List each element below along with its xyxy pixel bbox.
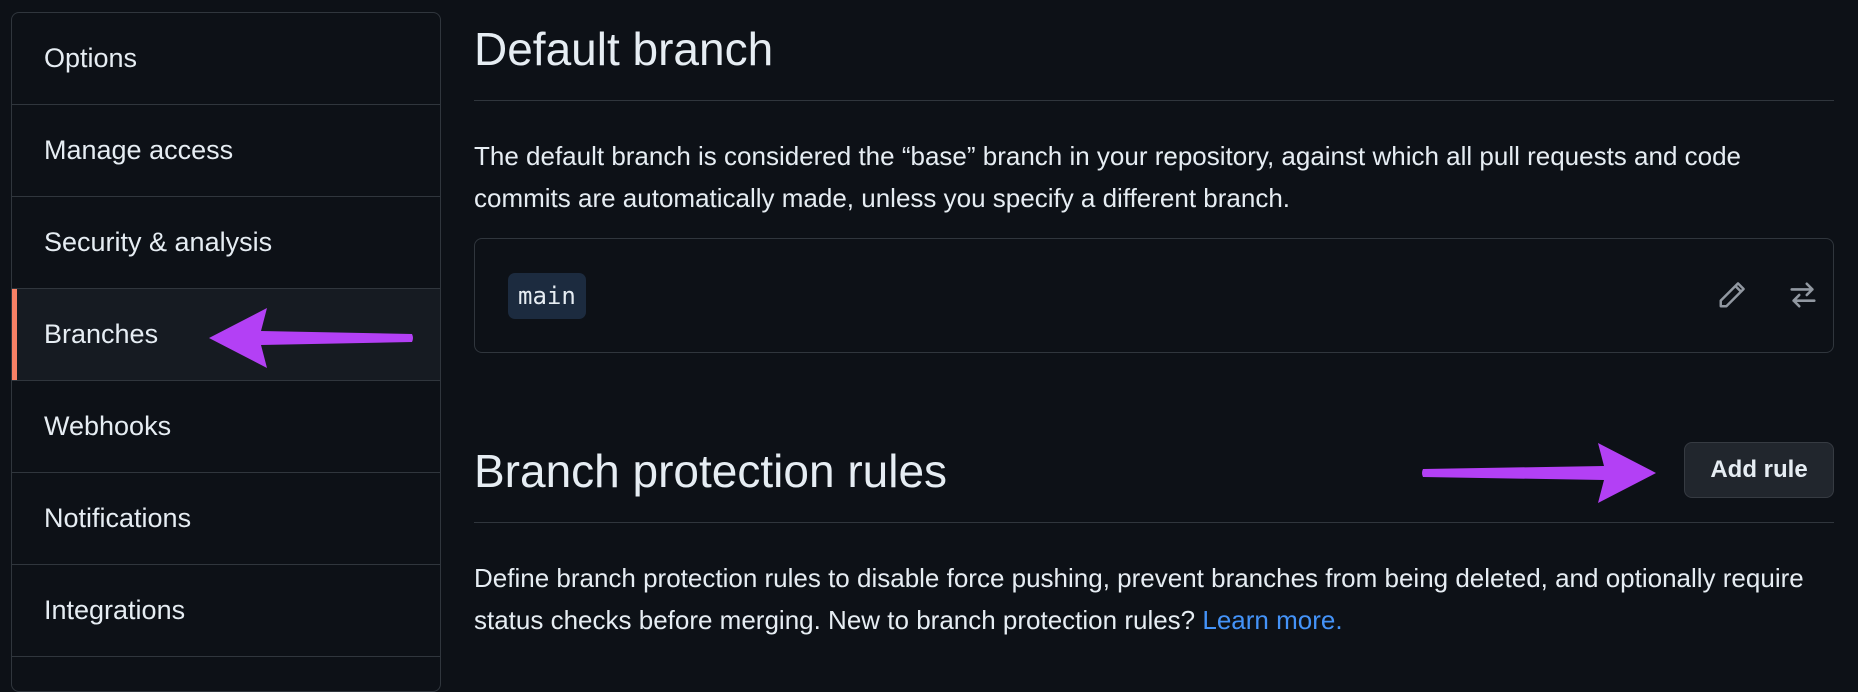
- default-branch-title: Default branch: [474, 23, 774, 75]
- sidebar-item-label: Webhooks: [44, 411, 172, 441]
- pencil-icon[interactable]: [1712, 275, 1752, 315]
- section-divider: [474, 100, 1834, 101]
- sidebar-item-label: Options: [44, 43, 138, 73]
- sidebar-item-webhooks[interactable]: Webhooks: [12, 381, 440, 473]
- settings-sidebar: Options Manage access Security & analysi…: [11, 12, 441, 692]
- branch-protection-title: Branch protection rules: [474, 445, 948, 497]
- sidebar-item-label: Notifications: [44, 503, 192, 533]
- branch-protection-description-text: Define branch protection rules to disabl…: [474, 563, 1804, 635]
- add-rule-button[interactable]: Add rule: [1684, 442, 1834, 498]
- sidebar-item-label: Security & analysis: [44, 227, 273, 257]
- section-divider: [474, 522, 1834, 523]
- sidebar-item-label: Integrations: [44, 595, 186, 625]
- sidebar-item-manage-access[interactable]: Manage access: [12, 105, 440, 197]
- default-branch-box: main: [474, 238, 1834, 353]
- sidebar-item-integrations[interactable]: Integrations: [12, 565, 440, 657]
- branch-protection-description: Define branch protection rules to disabl…: [474, 557, 1844, 641]
- sidebar-item-label: Manage access: [44, 135, 234, 165]
- arrow-switch-icon[interactable]: [1783, 275, 1823, 315]
- sidebar-item-security-analysis[interactable]: Security & analysis: [12, 197, 440, 289]
- sidebar-item-options[interactable]: Options: [12, 13, 440, 105]
- default-branch-name: main: [508, 273, 586, 319]
- default-branch-description: The default branch is considered the “ba…: [474, 141, 1742, 213]
- annotation-arrow-right-icon: [1422, 443, 1656, 503]
- sidebar-item-branches[interactable]: Branches: [12, 289, 440, 381]
- sidebar-item-label: Branches: [44, 319, 159, 349]
- learn-more-link[interactable]: Learn more.: [1202, 605, 1342, 635]
- sidebar-item-notifications[interactable]: Notifications: [12, 473, 440, 565]
